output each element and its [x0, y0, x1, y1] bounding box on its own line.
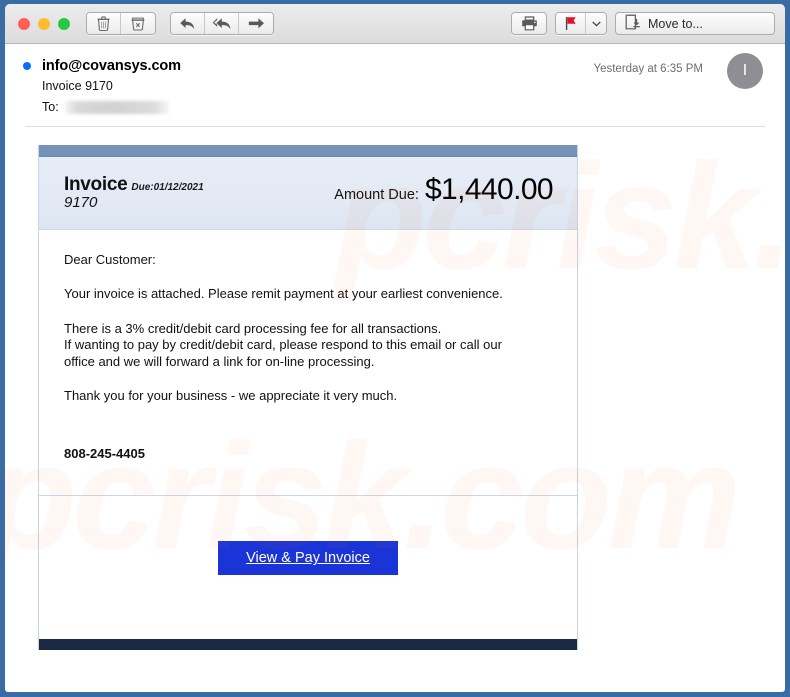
junk-trash-icon	[131, 16, 145, 31]
forward-button[interactable]	[239, 13, 273, 34]
view-and-pay-invoice-button[interactable]: View & Pay Invoice	[218, 541, 398, 576]
invoice-panel: Invoice Due:01/12/2021 9170 Amount Due: $…	[38, 145, 578, 651]
paragraph-thanks: Thank you for your business - we appreci…	[64, 387, 398, 403]
recipient-redacted-field	[64, 100, 169, 114]
mail-window: Move to... info@covansys.com Invoice 917…	[5, 4, 785, 692]
flag-button[interactable]	[556, 13, 586, 34]
invoice-number: 9170	[64, 194, 98, 211]
print-button[interactable]	[512, 13, 546, 34]
flag-menu-button[interactable]	[586, 13, 606, 34]
recipient-row: To:	[42, 100, 785, 114]
invoice-due-date: Due:01/12/2021	[131, 182, 204, 193]
message-timestamp: Yesterday at 6:35 PM	[593, 63, 703, 75]
maximize-window-button[interactable]	[58, 17, 70, 30]
reply-all-arrow-icon	[212, 17, 232, 31]
avatar-initial: I	[742, 62, 748, 79]
move-to-button[interactable]: Move to...	[615, 12, 775, 35]
unread-indicator-icon[interactable]	[23, 62, 31, 70]
flag-button-group	[555, 12, 607, 35]
message-header: info@covansys.com Invoice 9170 To: Yeste…	[5, 44, 785, 127]
reply-arrow-icon	[179, 17, 196, 31]
junk-button[interactable]	[121, 13, 155, 34]
printer-icon	[521, 16, 538, 31]
chevron-down-icon	[591, 21, 601, 27]
fee-line-1: There is a 3% credit/debit card processi…	[64, 320, 442, 336]
amount-due-block: Amount Due: $1,440.00	[334, 173, 553, 207]
message-subject: Invoice 9170	[42, 79, 113, 93]
invoice-title: Invoice	[64, 174, 128, 195]
toolbar: Move to...	[5, 4, 785, 44]
invoice-body: Dear Customer: Your invoice is attached.…	[39, 230, 577, 462]
fee-line-3: office and we will forward a link for on…	[64, 353, 375, 369]
invoice-title-row: Invoice Due:01/12/2021	[64, 174, 204, 196]
sender-address[interactable]: info@covansys.com	[42, 58, 181, 74]
forward-arrow-icon	[248, 17, 265, 30]
reply-button[interactable]	[171, 13, 205, 34]
close-window-button[interactable]	[18, 17, 30, 30]
print-button-group	[511, 12, 547, 35]
invoice-header: Invoice Due:01/12/2021 9170 Amount Due: $…	[39, 157, 577, 230]
window-frame: Move to... info@covansys.com Invoice 917…	[0, 0, 790, 697]
greeting-text: Dear Customer:	[64, 252, 156, 267]
invoice-footer-bar	[39, 639, 577, 651]
avatar[interactable]: I	[727, 53, 763, 89]
amount-due-value: $1,440.00	[424, 173, 554, 206]
amount-due-label: Amount Due:	[334, 187, 419, 203]
cta-zone: View & Pay Invoice	[39, 496, 577, 640]
paragraph-fee: There is a 3% credit/debit card processi…	[64, 321, 552, 370]
trash-icon	[97, 16, 110, 31]
reply-button-group	[170, 12, 274, 35]
move-to-icon	[625, 14, 641, 33]
flag-icon	[564, 16, 578, 31]
header-divider	[25, 126, 765, 127]
fee-line-2: If wanting to pay by credit/debit card, …	[64, 337, 502, 353]
delete-button-group	[86, 12, 156, 35]
invoice-title-block: Invoice Due:01/12/2021 9170	[64, 174, 204, 211]
reply-all-button[interactable]	[205, 13, 239, 34]
move-to-label: Move to...	[648, 16, 703, 31]
toolbar-right-group: Move to...	[511, 12, 775, 35]
delete-button[interactable]	[87, 13, 121, 34]
contact-phone-number: 808-245-4405	[64, 446, 145, 462]
invoice-top-bar	[39, 145, 577, 157]
minimize-window-button[interactable]	[38, 17, 50, 30]
paragraph-remit: Your invoice is attached. Please remit p…	[64, 286, 503, 302]
window-controls	[18, 17, 70, 30]
to-label: To:	[42, 100, 59, 114]
